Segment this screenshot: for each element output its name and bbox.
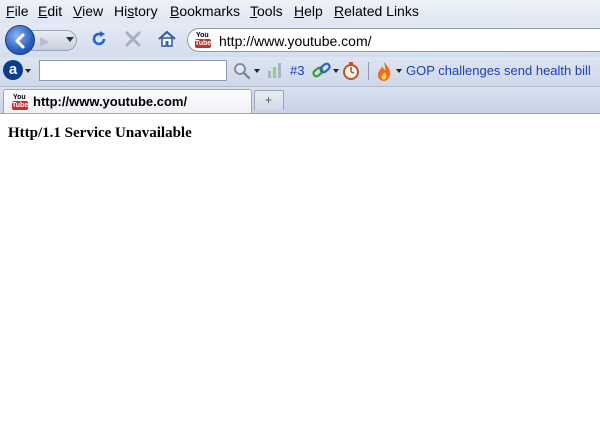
youtube-favicon-icon: You Tube	[195, 32, 212, 48]
toolbar-search-input[interactable]	[39, 60, 227, 81]
youtube-tab-favicon-icon: You Tube	[12, 94, 29, 110]
link-dropdown-icon[interactable]	[333, 69, 339, 73]
error-heading: Http/1.1 Service Unavailable	[8, 125, 192, 141]
timer-icon[interactable]	[341, 60, 361, 82]
site-rank-label[interactable]: #3	[290, 63, 304, 78]
news-headline-link[interactable]: GOP challenges send health bill	[406, 63, 591, 78]
forward-icon: ▶	[40, 34, 50, 48]
menu-related-links[interactable]: Related Links	[334, 3, 419, 19]
history-dropdown-icon[interactable]	[66, 37, 74, 42]
back-icon	[15, 33, 25, 49]
link-chain-icon[interactable]	[311, 61, 333, 81]
menu-edit[interactable]: Edit	[38, 3, 62, 19]
menu-file[interactable]: File	[6, 3, 29, 19]
menu-history[interactable]: History	[114, 3, 158, 19]
rank-bars-icon[interactable]	[266, 61, 284, 79]
toolbar-separator	[368, 62, 369, 80]
ask-toolbar: a #3 GOP challenges send health bill	[0, 57, 600, 87]
ask-menu-dropdown-icon[interactable]	[25, 69, 31, 73]
menu-view[interactable]: View	[73, 3, 103, 19]
menu-bar: File Edit View History Bookmarks Tools H…	[0, 0, 600, 23]
home-icon[interactable]	[156, 29, 178, 49]
hot-news-flame-icon[interactable]	[375, 60, 393, 82]
news-dropdown-icon[interactable]	[396, 69, 402, 73]
tab-youtube[interactable]: You Tube http://www.youtube.com/	[3, 89, 252, 113]
forward-button[interactable]: ▶	[31, 30, 77, 51]
reload-icon[interactable]	[89, 29, 109, 49]
address-input[interactable]: http://www.youtube.com/	[219, 33, 372, 49]
menu-tools[interactable]: Tools	[250, 3, 283, 19]
page-content: Http/1.1 Service Unavailable	[0, 114, 600, 433]
tab-strip: You Tube http://www.youtube.com/ +	[0, 87, 600, 114]
stop-icon[interactable]	[123, 29, 143, 49]
tab-title: http://www.youtube.com/	[33, 94, 188, 109]
menu-bookmarks[interactable]: Bookmarks	[170, 3, 240, 19]
plus-icon: +	[265, 93, 273, 107]
search-options-dropdown-icon[interactable]	[254, 69, 260, 73]
navigation-toolbar: ▶ You Tube http://www.youtube.com/	[0, 23, 600, 57]
search-icon[interactable]	[233, 62, 251, 80]
address-bar[interactable]: You Tube http://www.youtube.com/	[187, 28, 600, 52]
new-tab-button[interactable]: +	[254, 90, 284, 110]
ask-logo-icon[interactable]: a	[3, 60, 23, 80]
back-button[interactable]	[5, 25, 35, 55]
menu-help[interactable]: Help	[294, 3, 323, 19]
